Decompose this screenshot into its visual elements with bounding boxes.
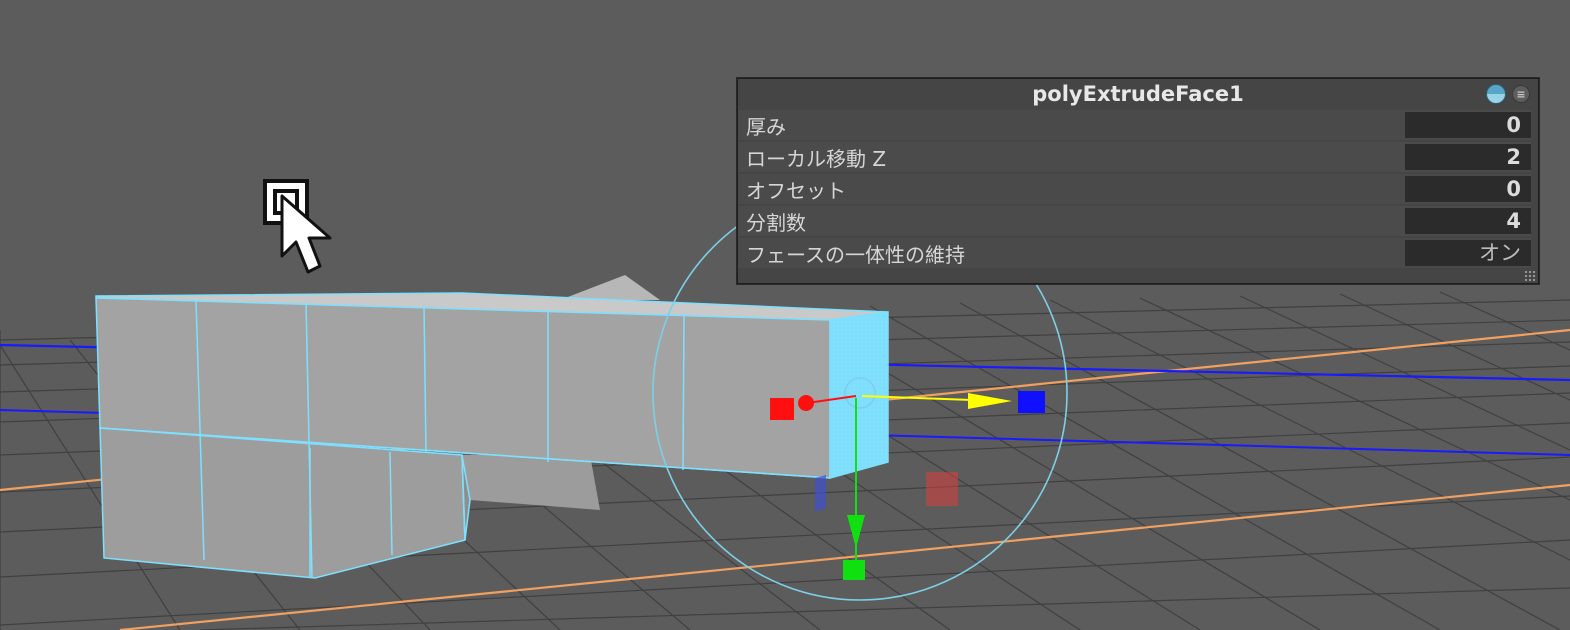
attribute-row-local-translate-z[interactable]: ローカル移動 Z 2 (738, 142, 1531, 172)
extruded-mesh[interactable] (95, 292, 889, 579)
attribute-label: フェースの一体性の維持 (746, 242, 965, 267)
attribute-row-divisions[interactable]: 分割数 4 (738, 206, 1531, 236)
channel-box-icons: ≡ (1486, 84, 1530, 104)
channel-box-title: polyExtrudeFace1 ≡ (737, 78, 1539, 110)
menu-icon[interactable]: ≡ (1512, 85, 1530, 103)
attribute-row-thickness[interactable]: 厚み 0 (738, 110, 1531, 140)
display-toggle-icon[interactable] (1486, 84, 1506, 104)
attribute-value-field[interactable]: オン (1405, 240, 1531, 266)
attribute-label: 分割数 (746, 210, 806, 235)
attribute-label: オフセット (746, 178, 846, 203)
attribute-value-field[interactable]: 4 (1405, 208, 1531, 234)
resize-grip-icon[interactable] (1524, 270, 1536, 282)
attribute-row-keep-faces-together[interactable]: フェースの一体性の維持 オン (738, 238, 1531, 268)
node-name: polyExtrudeFace1 (1032, 82, 1244, 106)
attribute-value-field[interactable]: 0 (1405, 176, 1531, 202)
attribute-label: ローカル移動 Z (746, 146, 887, 171)
attribute-value-field[interactable]: 2 (1405, 144, 1531, 170)
attribute-value-field[interactable]: 0 (1405, 112, 1531, 138)
attribute-list: 厚み 0 ローカル移動 Z 2 オフセット 0 分割数 4 フェースの一体性の維… (737, 110, 1539, 268)
attribute-label: 厚み (746, 114, 786, 139)
channel-box-overlay: polyExtrudeFace1 ≡ 厚み 0 ローカル移動 Z 2 オフセット… (736, 77, 1540, 285)
attribute-row-offset[interactable]: オフセット 0 (738, 174, 1531, 204)
